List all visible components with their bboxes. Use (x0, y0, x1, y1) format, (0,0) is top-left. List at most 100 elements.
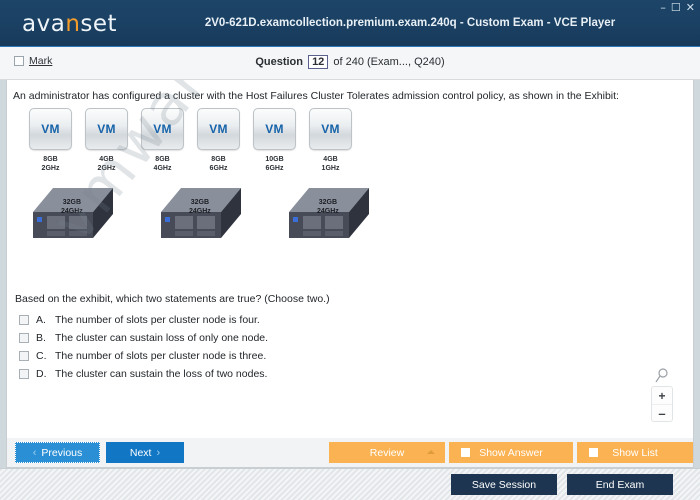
vm-cpu: 6GHz (253, 164, 296, 173)
zoom-out-button[interactable]: – (652, 404, 672, 421)
vm-specs: 8GB 4GHz (141, 155, 184, 173)
vm-item: VM 4GB 1GHz (309, 108, 352, 173)
vm-item: VM 4GB 2GHz (85, 108, 128, 173)
host-row: 32GB 24GHz (31, 186, 411, 256)
answer-checkbox[interactable] (19, 333, 29, 343)
vm-item: VM 8GB 2GHz (29, 108, 72, 173)
vm-memory: 4GB (309, 155, 352, 164)
answer-prompt: Based on the exhibit, which two statemen… (15, 293, 330, 305)
magnifier-icon[interactable] (651, 368, 673, 383)
logo-part-a: ava (22, 11, 65, 37)
vm-box: VM (253, 108, 296, 150)
vm-cpu: 2GHz (29, 164, 72, 173)
host-specs: 32GB 24GHz (317, 198, 339, 216)
show-answer-label: Show Answer (479, 447, 543, 459)
host-memory: 32GB (189, 198, 211, 207)
host-specs: 32GB 24GHz (61, 198, 83, 216)
vm-badge-label: VM (321, 122, 340, 136)
vm-specs: 4GB 1GHz (309, 155, 352, 173)
previous-button[interactable]: ‹ Previous (15, 442, 100, 463)
vce-player-window: avanset 2V0-621D.examcollection.premium.… (0, 0, 700, 500)
question-counter-suffix: of 240 (Exam..., Q240) (333, 56, 444, 68)
answer-option-d[interactable]: D. The cluster can sustain the loss of t… (19, 365, 268, 383)
answer-letter: B. (36, 332, 48, 344)
avanset-logo: avanset (22, 11, 117, 37)
answer-letter: D. (36, 368, 48, 380)
review-button-label: Review (370, 447, 404, 459)
question-number-box[interactable]: 12 (308, 55, 328, 69)
navigation-bar: ‹ Previous Next › Review Show Answer Sho… (6, 438, 694, 468)
show-list-label: Show List (612, 447, 658, 459)
next-button-label: Next (130, 447, 152, 459)
show-list-checkbox[interactable] (589, 448, 598, 457)
vm-memory: 4GB (85, 155, 128, 164)
caret-up-icon (427, 450, 435, 454)
vm-specs: 10GB 6GHz (253, 155, 296, 173)
logo-part-b: set (80, 11, 117, 37)
titlebar: avanset 2V0-621D.examcollection.premium.… (0, 0, 700, 47)
answer-option-c[interactable]: C. The number of slots per cluster node … (19, 347, 268, 365)
exhibit-diagram: VM 8GB 2GHz VM 4GB 2GHz VM 8G (17, 108, 407, 273)
zoom-in-button[interactable]: + (652, 387, 672, 404)
chevron-left-icon: ‹ (33, 447, 37, 459)
answer-letter: C. (36, 350, 48, 362)
zoom-button-group: + – (651, 386, 673, 422)
host-server: 32GB 24GHz (159, 186, 245, 248)
vm-specs: 8GB 2GHz (29, 155, 72, 173)
answer-checkbox[interactable] (19, 351, 29, 361)
vm-cpu: 1GHz (309, 164, 352, 173)
vm-badge-label: VM (41, 122, 60, 136)
vm-badge-label: VM (153, 122, 172, 136)
answer-text: The cluster can sustain the loss of two … (55, 368, 267, 380)
vm-badge-label: VM (265, 122, 284, 136)
vm-cpu: 4GHz (141, 164, 184, 173)
show-list-button[interactable]: Show List (577, 442, 693, 463)
answer-checkbox[interactable] (19, 315, 29, 325)
maximize-icon[interactable]: ☐ (671, 3, 681, 13)
answer-checkbox[interactable] (19, 369, 29, 379)
window-title: 2V0-621D.examcollection.premium.exam.240… (190, 17, 630, 29)
vm-cpu: 2GHz (85, 164, 128, 173)
show-answer-checkbox[interactable] (461, 448, 470, 457)
review-button[interactable]: Review (329, 442, 445, 463)
save-session-button[interactable]: Save Session (451, 474, 557, 495)
server-icon (31, 186, 117, 248)
next-button[interactable]: Next › (106, 442, 184, 463)
answer-text: The number of slots per cluster node is … (55, 314, 260, 326)
chevron-right-icon: › (156, 447, 160, 459)
vm-item: VM 8GB 6GHz (197, 108, 240, 173)
vm-box: VM (29, 108, 72, 150)
vm-memory: 8GB (141, 155, 184, 164)
vm-item: VM 8GB 4GHz (141, 108, 184, 173)
vm-memory: 8GB (29, 155, 72, 164)
vm-box: VM (85, 108, 128, 150)
zoom-controls: + – (651, 368, 673, 422)
vm-memory: 8GB (197, 155, 240, 164)
logo-part-n: n (65, 11, 80, 37)
host-specs: 32GB 24GHz (189, 198, 211, 216)
question-counter: Question 12 of 240 (Exam..., Q240) (0, 55, 700, 69)
host-cpu: 24GHz (189, 207, 211, 216)
server-icon (159, 186, 245, 248)
answer-text: The cluster can sustain loss of only one… (55, 332, 268, 344)
vm-box: VM (141, 108, 184, 150)
host-cpu: 24GHz (61, 207, 83, 216)
host-memory: 32GB (61, 198, 83, 207)
vm-box: VM (309, 108, 352, 150)
close-icon[interactable]: ✕ (686, 3, 695, 13)
show-answer-button[interactable]: Show Answer (449, 442, 573, 463)
vm-badge-label: VM (209, 122, 228, 136)
end-exam-button[interactable]: End Exam (567, 474, 673, 495)
host-server: 32GB 24GHz (287, 186, 373, 248)
answer-option-b[interactable]: B. The cluster can sustain loss of only … (19, 329, 268, 347)
vm-cpu: 6GHz (197, 164, 240, 173)
vm-badge-label: VM (97, 122, 116, 136)
answer-option-a[interactable]: A. The number of slots per cluster node … (19, 311, 268, 329)
question-content-pane: An administrator has configured a cluste… (6, 80, 694, 438)
host-memory: 32GB (317, 198, 339, 207)
minimize-icon[interactable]: – (660, 3, 666, 13)
status-bar: Save Session End Exam (0, 468, 700, 500)
answer-letter: A. (36, 314, 48, 326)
vm-item: VM 10GB 6GHz (253, 108, 296, 173)
question-header: Mark Question 12 of 240 (Exam..., Q240) (0, 47, 700, 80)
